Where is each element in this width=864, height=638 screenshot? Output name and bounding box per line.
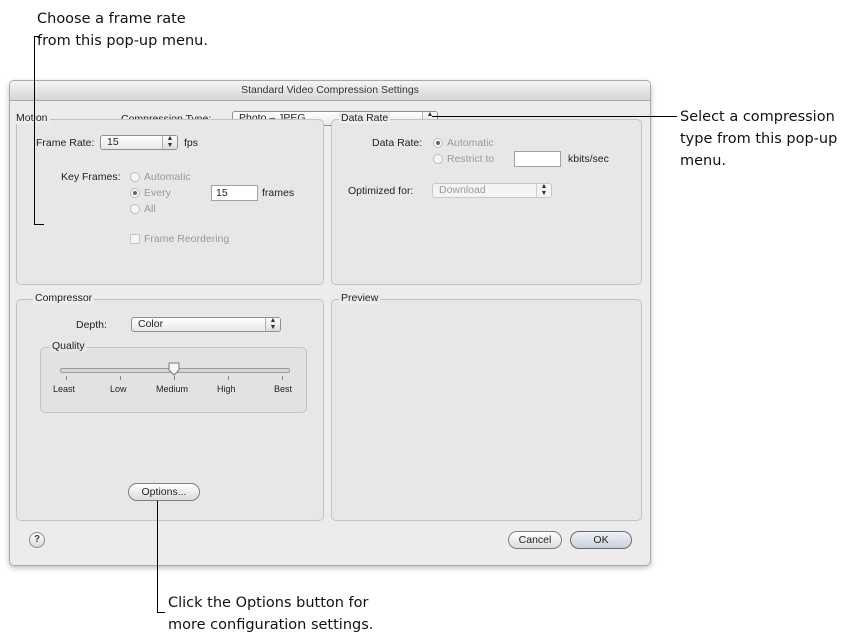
- key-frames-label: Key Frames:: [61, 171, 121, 183]
- radio-selected-dot: [436, 141, 440, 145]
- quality-group-title: Quality: [50, 340, 87, 352]
- key-frames-automatic-label: Automatic: [144, 171, 191, 183]
- annotation-frame-rate-line-1: Choose a frame rate: [37, 11, 186, 27]
- ok-button[interactable]: OK: [570, 531, 632, 549]
- options-leader-line: [157, 501, 158, 613]
- annotation-compression-type: Select a compression type from this pop-…: [680, 106, 837, 172]
- frame-rate-popup[interactable]: 15 ▲ ▼: [100, 135, 178, 150]
- quality-tick: [66, 376, 67, 380]
- quality-tick: [282, 376, 283, 380]
- quality-tick-label: High: [217, 384, 236, 394]
- help-button[interactable]: ?: [29, 532, 45, 548]
- options-button[interactable]: Options...: [128, 483, 200, 501]
- frame-reordering-label: Frame Reordering: [144, 233, 230, 245]
- frame-reordering-checkbox[interactable]: [130, 234, 140, 244]
- quality-slider-thumb[interactable]: [168, 362, 180, 376]
- fps-label: fps: [184, 137, 199, 149]
- frame-rate-leader-line: [34, 36, 39, 37]
- radio-selected-dot: [133, 191, 137, 195]
- annotation-compression-line-1: Select a compression: [680, 109, 835, 125]
- key-frames-every-value: 15: [216, 187, 228, 199]
- annotation-options-line-1: Click the Options button for: [168, 595, 369, 611]
- quality-tick-label: Low: [110, 384, 127, 394]
- annotation-compression-line-3: menu.: [680, 153, 727, 169]
- kbits-sec-label: kbits/sec: [568, 153, 609, 165]
- popup-arrows-icon: ▲▼: [536, 183, 551, 197]
- frames-label: frames: [262, 187, 295, 199]
- key-frames-every-radio[interactable]: [130, 188, 140, 198]
- popup-arrows-icon: ▲▼: [265, 317, 280, 331]
- compressor-group-title: Compressor: [33, 292, 95, 304]
- motion-group-title: Motion: [14, 112, 50, 124]
- data-rate-restrict-label: Restrict to: [447, 153, 495, 165]
- quality-tick: [228, 376, 229, 380]
- data-rate-label: Data Rate:: [372, 137, 423, 149]
- key-frames-every-input[interactable]: 15: [211, 185, 258, 201]
- depth-popup[interactable]: Color ▲ ▼: [131, 317, 281, 332]
- annotation-compression-line-2: type from this pop-up: [680, 131, 838, 147]
- frame-rate-leader-line: [34, 36, 35, 224]
- quality-tick: [174, 376, 175, 380]
- key-frames-all-label: All: [144, 203, 156, 215]
- annotation-options-line-2: more configuration settings.: [168, 617, 374, 633]
- cancel-button[interactable]: Cancel: [508, 531, 562, 549]
- optimized-for-popup[interactable]: Download ▲ ▼: [432, 183, 552, 198]
- optimized-for-label: Optimized for:: [348, 185, 414, 197]
- key-frames-automatic-radio[interactable]: [130, 172, 140, 182]
- data-rate-automatic-label: Automatic: [447, 137, 494, 149]
- preview-group-title: Preview: [339, 292, 381, 304]
- compression-leader-line: [432, 116, 677, 117]
- annotation-options: Click the Options button for more config…: [168, 592, 373, 636]
- preview-group: [331, 299, 642, 521]
- data-rate-restrict-input[interactable]: [514, 151, 561, 167]
- quality-group: [40, 347, 307, 413]
- compression-settings-dialog: Standard Video Compression Settings Comp…: [9, 80, 651, 566]
- quality-tick-label: Medium: [156, 384, 189, 394]
- frame-rate-value: 15: [107, 136, 119, 148]
- annotation-frame-rate: Choose a frame rate from this pop-up men…: [37, 8, 208, 52]
- options-leader-line: [157, 612, 165, 613]
- quality-tick-label: Best: [274, 384, 293, 394]
- depth-label: Depth:: [76, 319, 107, 331]
- frame-rate-label: Frame Rate:: [36, 137, 95, 149]
- data-rate-restrict-radio[interactable]: [433, 154, 443, 164]
- quality-tick: [120, 376, 121, 380]
- annotation-frame-rate-line-2: from this pop-up menu.: [37, 33, 208, 49]
- data-rate-group-title: Data Rate: [339, 112, 391, 124]
- data-rate-automatic-radio[interactable]: [433, 138, 443, 148]
- quality-tick-label: Least: [53, 384, 76, 394]
- popup-arrows-icon: ▲▼: [162, 135, 177, 149]
- key-frames-every-label: Every: [144, 187, 171, 199]
- depth-value: Color: [138, 318, 164, 330]
- dialog-title: Standard Video Compression Settings: [10, 81, 650, 101]
- frame-rate-leader-line: [34, 224, 44, 225]
- optimized-for-value: Download: [439, 184, 486, 196]
- key-frames-all-radio[interactable]: [130, 204, 140, 214]
